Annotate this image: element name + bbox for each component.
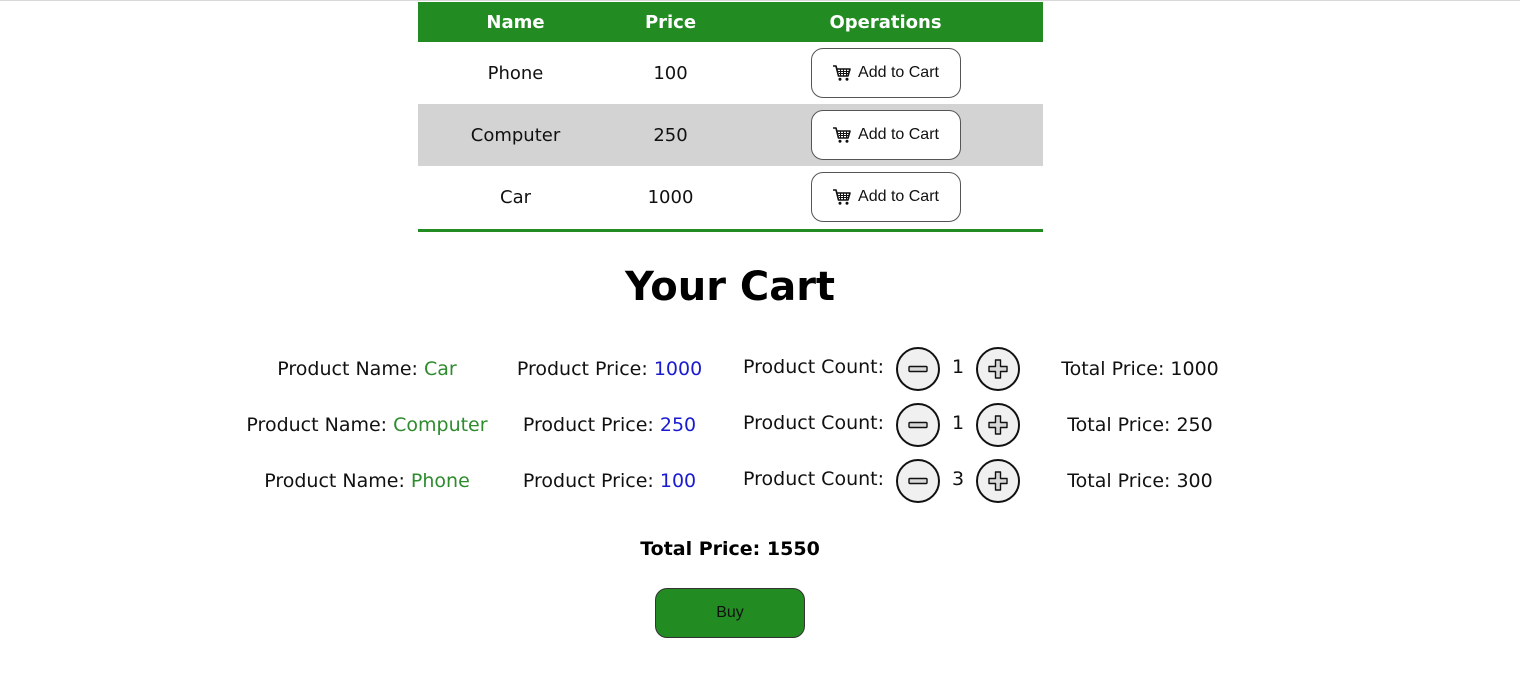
- add-to-cart-button-phone[interactable]: Add to Cart: [810, 48, 961, 98]
- table-row: Phone 100 Add to Cart: [418, 42, 1043, 104]
- total-price-label: Total Price:: [1067, 470, 1171, 492]
- product-table: Name Price Operations Phone 100 Add to C…: [418, 2, 1043, 228]
- cart-item-total: Total Price: 300: [1040, 458, 1240, 504]
- product-name-value: Phone: [410, 470, 470, 492]
- product-name-label: Product Name:: [246, 414, 388, 436]
- operations-cell: Add to Cart: [728, 42, 1043, 104]
- product-price-label: Product Price:: [516, 358, 648, 380]
- cart-item-total: Total Price: 1000: [1040, 346, 1240, 392]
- decrement-button[interactable]: [896, 459, 941, 503]
- table-row: Car 1000 Add to Cart: [418, 166, 1043, 228]
- product-table-header: Name Price Operations: [418, 2, 1043, 42]
- top-divider: [0, 0, 1520, 1]
- cart-item-total: Total Price: 250: [1040, 402, 1240, 448]
- product-name-value: Computer: [393, 414, 488, 436]
- product-price-value: 1000: [653, 358, 703, 380]
- product-price-cell: 100: [653, 62, 688, 84]
- cart-item-name: Product Name: Computer: [227, 402, 507, 448]
- product-name-label: Product Name:: [277, 358, 418, 380]
- header-operations: Operations: [829, 11, 942, 33]
- add-to-cart-button-computer[interactable]: Add to Cart: [810, 110, 961, 160]
- table-row: Computer 250 Add to Cart: [418, 104, 1043, 166]
- cart-item-count: Product Count: 3: [735, 458, 1020, 504]
- cart-item-name: Product Name: Phone: [227, 458, 507, 504]
- product-count-value: 1: [951, 412, 965, 434]
- cart-item-name: Product Name: Car: [227, 346, 507, 392]
- total-price-label: Total Price:: [1061, 358, 1165, 380]
- table-bottom-border: [418, 229, 1043, 232]
- header-name: Name: [486, 11, 545, 33]
- grand-total-value: 1550: [766, 538, 820, 560]
- operations-cell: Add to Cart: [728, 166, 1043, 228]
- product-price-value: 100: [659, 470, 697, 492]
- grand-total-label: Total Price:: [640, 538, 767, 560]
- decrement-button[interactable]: [896, 347, 941, 391]
- add-to-cart-button-car[interactable]: Add to Cart: [810, 172, 961, 222]
- product-count-value: 1: [951, 356, 965, 378]
- product-price-cell: 1000: [647, 186, 694, 208]
- plus-icon: [988, 359, 1008, 379]
- decrement-button[interactable]: [896, 403, 941, 447]
- minus-icon: [908, 365, 928, 373]
- plus-icon: [988, 415, 1008, 435]
- buy-button[interactable]: Buy: [655, 588, 805, 638]
- increment-button[interactable]: [976, 403, 1020, 447]
- cart-item: Product Name: Car Product Price: 1000 Pr…: [0, 346, 1520, 392]
- header-price: Price: [644, 11, 697, 33]
- add-to-cart-label: Add to Cart: [858, 126, 939, 143]
- product-name-cell: Car: [500, 186, 531, 208]
- increment-button[interactable]: [976, 459, 1020, 503]
- product-name-cell: Computer: [470, 124, 561, 146]
- cart-icon: [833, 127, 851, 143]
- total-price-value: 300: [1176, 470, 1213, 492]
- operations-cell: Add to Cart: [728, 104, 1043, 166]
- total-price-label: Total Price:: [1067, 414, 1171, 436]
- cart-icon: [833, 65, 851, 81]
- cart-grand-total: Total Price: 1550: [0, 538, 1460, 560]
- minus-icon: [908, 477, 928, 485]
- product-name-cell: Phone: [487, 62, 544, 84]
- product-count-label: Product Count:: [743, 468, 885, 490]
- product-price-cell: 250: [653, 124, 688, 146]
- cart-item-price: Product Price: 100: [487, 458, 732, 504]
- cart-item-count: Product Count: 1: [735, 402, 1020, 448]
- cart-item-price: Product Price: 1000: [487, 346, 732, 392]
- product-name-label: Product Name:: [264, 470, 405, 492]
- add-to-cart-label: Add to Cart: [858, 188, 939, 205]
- plus-icon: [988, 471, 1008, 491]
- cart-icon: [833, 189, 851, 205]
- product-count-label: Product Count:: [743, 412, 885, 434]
- product-price-label: Product Price:: [522, 414, 654, 436]
- cart-item-price: Product Price: 250: [487, 402, 732, 448]
- minus-icon: [908, 421, 928, 429]
- product-price-label: Product Price:: [522, 470, 654, 492]
- cart-item-count: Product Count: 1: [735, 346, 1020, 392]
- increment-button[interactable]: [976, 347, 1020, 391]
- add-to-cart-label: Add to Cart: [858, 64, 939, 81]
- total-price-value: 250: [1176, 414, 1213, 436]
- cart-item: Product Name: Phone Product Price: 100 P…: [0, 458, 1520, 504]
- product-count-label: Product Count:: [743, 356, 885, 378]
- product-count-value: 3: [951, 468, 965, 490]
- total-price-value: 1000: [1170, 358, 1219, 380]
- product-name-value: Car: [423, 358, 457, 380]
- cart-title: Your Cart: [624, 264, 836, 310]
- cart-item: Product Name: Computer Product Price: 25…: [0, 402, 1520, 448]
- product-price-value: 250: [659, 414, 697, 436]
